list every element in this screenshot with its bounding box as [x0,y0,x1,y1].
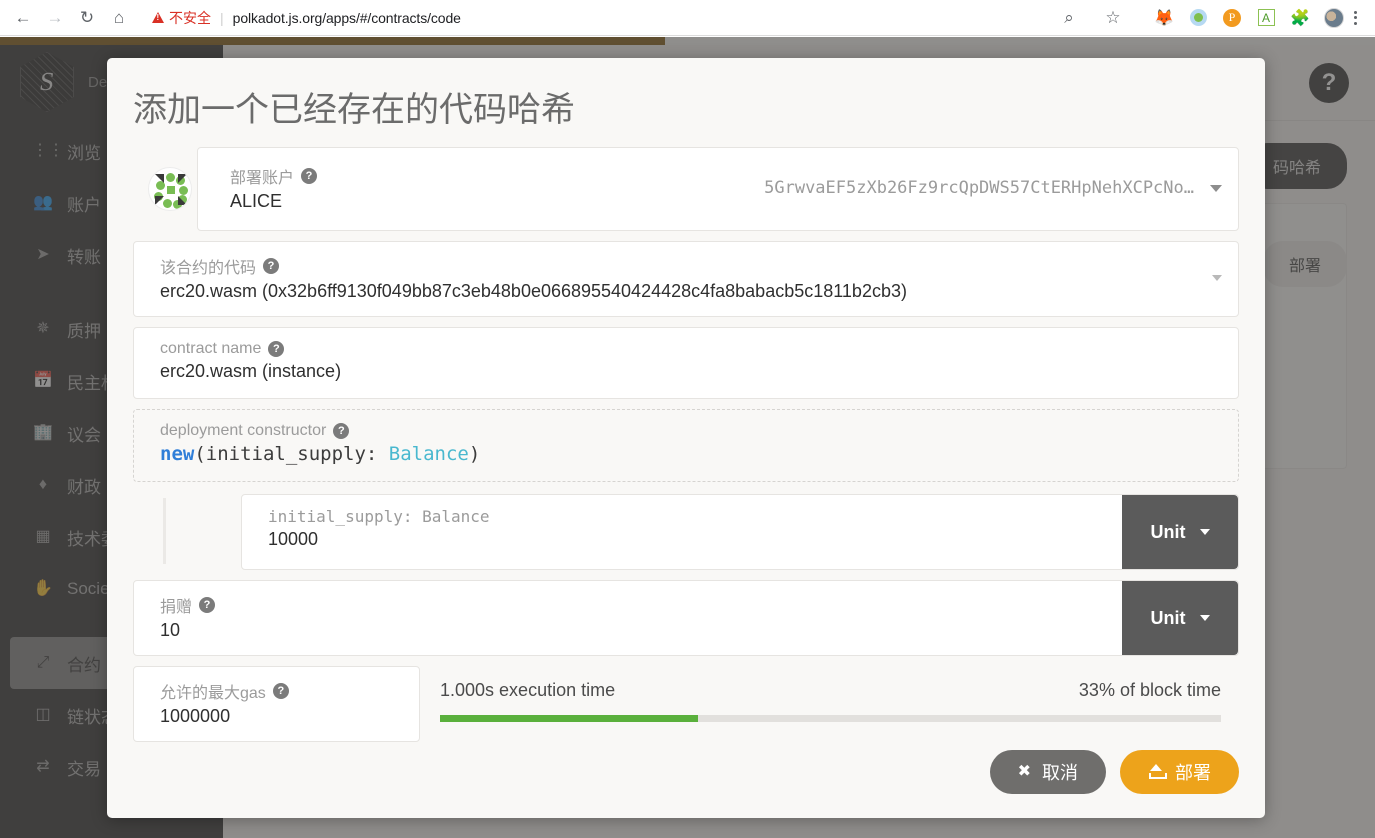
chevron-down-icon[interactable] [1210,184,1222,192]
constructor-type: Balance [388,443,469,465]
deploy-account-label: 部署账户 [230,170,295,187]
initial-supply-value[interactable]: 10000 [268,529,1106,550]
endowment-row: 捐赠 ? 10 Unit [133,580,1239,656]
constructor-keyword: new [160,443,195,465]
unit-label: Unit [1150,521,1186,542]
block-time-percent-label: 33% of block time [1078,680,1221,700]
initial-supply-field[interactable]: initial_supply: Balance 10000 Unit [241,494,1239,570]
deploy-button[interactable]: 部署 [1120,750,1239,794]
polkadot-identicon [148,167,192,211]
question-mark-icon[interactable]: ? [333,423,350,439]
question-mark-icon[interactable]: ? [272,683,289,699]
star-icon[interactable]: ☆ [1098,3,1128,33]
endowment-field[interactable]: 捐赠 ? 10 Unit [133,580,1239,656]
field-label: 该合约的代码 ? [160,254,1212,278]
deploy-label: 部署 [1175,763,1211,783]
account-address-area: 5GrwvaEF5zXb26Fz9rcQpDWS57CtERHpNehXCPcN… [764,178,1222,198]
question-mark-icon[interactable]: ? [263,258,280,274]
metamask-fox-icon[interactable]: 🦊 [1154,8,1174,28]
contract-code-field[interactable]: 该合约的代码 ? erc20.wasm (0x32b6ff9130f049bb8… [133,241,1239,317]
constructor-param-wrapper: initial_supply: Balance 10000 Unit [163,494,1239,570]
constructor-label: deployment constructor [160,422,327,439]
unit-label: Unit [1150,607,1186,628]
gas-progress-track [440,715,1221,722]
field-label: 允许的最大gas ? [160,679,403,703]
initial-supply-label: initial_supply: Balance [268,507,490,526]
deploy-account-value: ALICE [230,191,283,211]
add-code-hash-modal: 添加一个已经存在的代码哈希 部署账户 ? ALICE 5GrwvaEF5zXb2… [107,58,1265,818]
forward-button[interactable]: → [40,3,70,33]
warning-triangle-icon [152,12,164,23]
contract-code-main: 该合约的代码 ? erc20.wasm (0x32b6ff9130f049bb8… [160,254,1212,302]
param-indent-bar [163,498,166,564]
deployment-constructor-field: deployment constructor ? new(initial_sup… [133,409,1239,482]
constructor-open: (initial_supply: [194,443,389,465]
url-text: polkadot.js.org/apps/#/contracts/code [232,9,461,26]
contract-name-label: contract name [160,340,262,357]
chevron-down-icon[interactable] [1212,275,1222,281]
reload-button[interactable]: ↻ [72,3,102,33]
puzzle-extensions-icon[interactable]: 🧩 [1290,8,1310,28]
max-gas-label: 允许的最大gas [160,685,266,702]
browser-nav-buttons: ← → ↻ ⌂ [0,3,134,33]
kebab-menu-icon[interactable] [1350,10,1365,25]
upload-icon [1148,764,1167,780]
browser-toolbar: ← → ↻ ⌂ 不安全 | polkadot.js.org/apps/#/con… [0,0,1375,36]
contract-name-field[interactable]: contract name ? erc20.wasm (instance) [133,327,1239,399]
max-gas-field[interactable]: 允许的最大gas ? 1000000 [133,666,420,742]
close-x-icon: ✖ [1017,763,1031,780]
contract-code-label: 该合约的代码 [160,260,257,277]
max-gas-row: 允许的最大gas ? 1000000 1.000s execution time… [133,666,1239,742]
endowment-label: 捐赠 [160,599,193,616]
modal-body: 部署账户 ? ALICE 5GrwvaEF5zXb26Fz9rcQpDWS57C… [107,141,1265,742]
omnibox-divider: | [220,9,224,26]
account-info: 部署账户 ? ALICE [230,164,318,212]
polkadot-extension-icon[interactable] [1188,8,1208,28]
profile-avatar[interactable] [1324,7,1344,28]
security-warning-label: 不安全 [169,9,211,26]
question-mark-icon[interactable]: ? [301,168,318,184]
field-label: contract name ? [160,340,1222,358]
deploy-account-field[interactable]: 部署账户 ? ALICE 5GrwvaEF5zXb26Fz9rcQpDWS57C… [148,147,1239,231]
home-button[interactable]: ⌂ [104,3,134,33]
endowment-unit-dropdown[interactable]: Unit [1122,581,1238,655]
endowment-main: 捐赠 ? 10 [134,581,1122,655]
account-address: 5GrwvaEF5zXb26Fz9rcQpDWS57CtERHpNehXCPcN… [764,178,1194,198]
back-button[interactable]: ← [8,3,38,33]
constructor-signature: new(initial_supply: Balance) [160,443,1222,465]
field-label: deployment constructor ? [160,422,1222,440]
gas-meter: 1.000s execution time 33% of block time [440,666,1239,722]
address-bar[interactable]: 不安全 | polkadot.js.org/apps/#/contracts/c… [140,3,1140,33]
security-warning[interactable]: 不安全 [152,8,211,28]
contract-code-value: erc20.wasm (0x32b6ff9130f049bb87c3eb48b0… [160,281,907,301]
grammarly-a-icon[interactable]: A [1256,8,1276,28]
field-label: 捐赠 ? [160,593,1106,617]
initial-supply-unit-dropdown[interactable]: Unit [1122,495,1238,569]
modal-title: 添加一个已经存在的代码哈希 [133,91,575,129]
zoom-search-icon[interactable]: ⌕ [1054,3,1084,33]
modal-footer: ✖ 取消 部署 [107,750,1265,818]
chevron-down-icon [1199,529,1210,535]
field-label: 部署账户 ? [230,164,318,188]
constructor-close: ) [468,443,481,465]
execution-time-label: 1.000s execution time [440,680,616,700]
chevron-down-icon [1199,615,1210,621]
initial-supply-main: initial_supply: Balance 10000 [242,495,1122,569]
gas-progress-fill [440,715,698,722]
question-mark-icon[interactable]: ? [199,597,216,613]
endowment-value[interactable]: 10 [160,620,1106,641]
max-gas-value[interactable]: 1000000 [160,706,403,727]
omnibox-right-icons: ⌕ ☆ [1054,3,1128,33]
pocket-icon[interactable]: P [1222,8,1242,28]
question-mark-icon[interactable]: ? [268,341,285,357]
extension-icons: 🦊 P A 🧩 [1140,7,1350,28]
cancel-button[interactable]: ✖ 取消 [989,750,1106,794]
contract-name-value[interactable]: erc20.wasm (instance) [160,361,1222,382]
cancel-label: 取消 [1042,763,1078,783]
gas-meter-labels: 1.000s execution time 33% of block time [440,680,1221,701]
